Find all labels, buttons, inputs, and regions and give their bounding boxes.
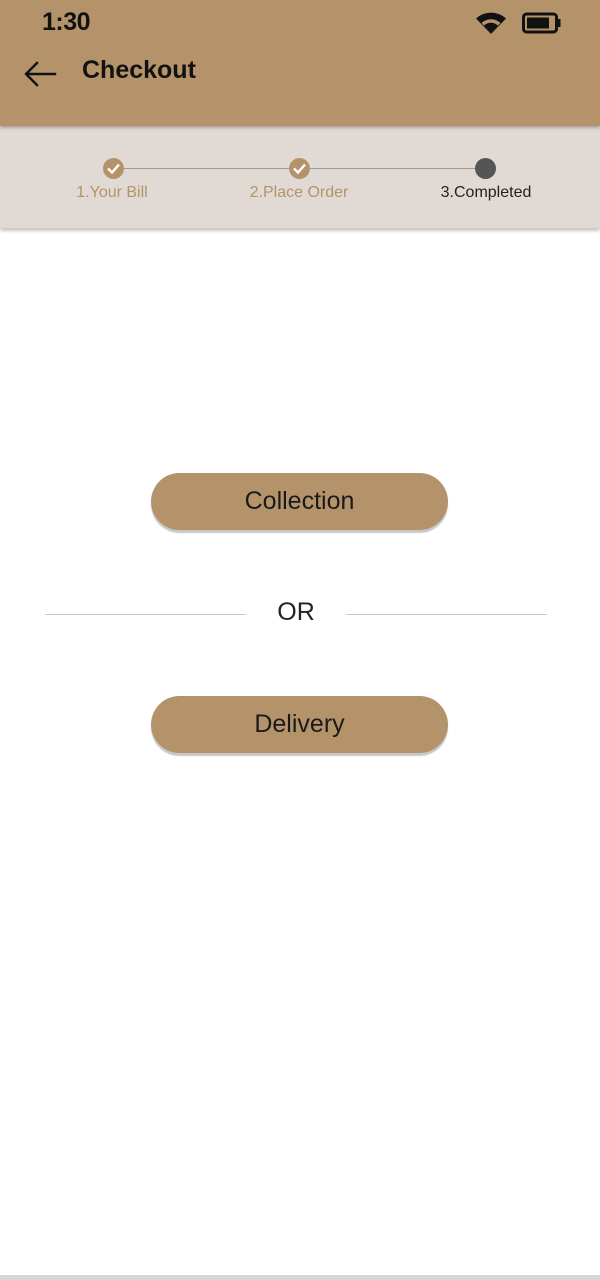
page-title: Checkout xyxy=(82,56,196,84)
step-2-label: 2.Place Order xyxy=(249,184,349,201)
step-1-indicator xyxy=(103,158,124,179)
or-label: OR xyxy=(277,598,315,626)
bottom-edge xyxy=(0,1275,600,1280)
stepper-connector xyxy=(310,168,475,169)
collection-button-label: Collection xyxy=(244,487,355,515)
check-icon xyxy=(107,163,120,175)
delivery-button-label: Delivery xyxy=(254,710,345,738)
divider-left xyxy=(45,614,246,615)
arrow-left-icon xyxy=(24,61,57,87)
stepper-connector xyxy=(123,168,289,169)
wifi-icon xyxy=(476,12,506,35)
status-time: 1:30 xyxy=(42,8,91,36)
app-bar: 1:30 Checkout xyxy=(0,0,600,126)
step-3-label: 3.Completed xyxy=(440,184,532,201)
step-1-label: 1.Your Bill xyxy=(76,184,148,201)
back-button[interactable] xyxy=(18,56,62,92)
step-3-indicator xyxy=(475,158,496,179)
checkout-stepper: 1.Your Bill 2.Place Order 3.Completed xyxy=(0,126,600,228)
step-2-indicator xyxy=(289,158,310,179)
delivery-button[interactable]: Delivery xyxy=(151,696,448,753)
check-icon xyxy=(293,163,306,175)
battery-icon xyxy=(522,12,561,34)
collection-button[interactable]: Collection xyxy=(151,473,448,530)
divider-right xyxy=(346,614,547,615)
